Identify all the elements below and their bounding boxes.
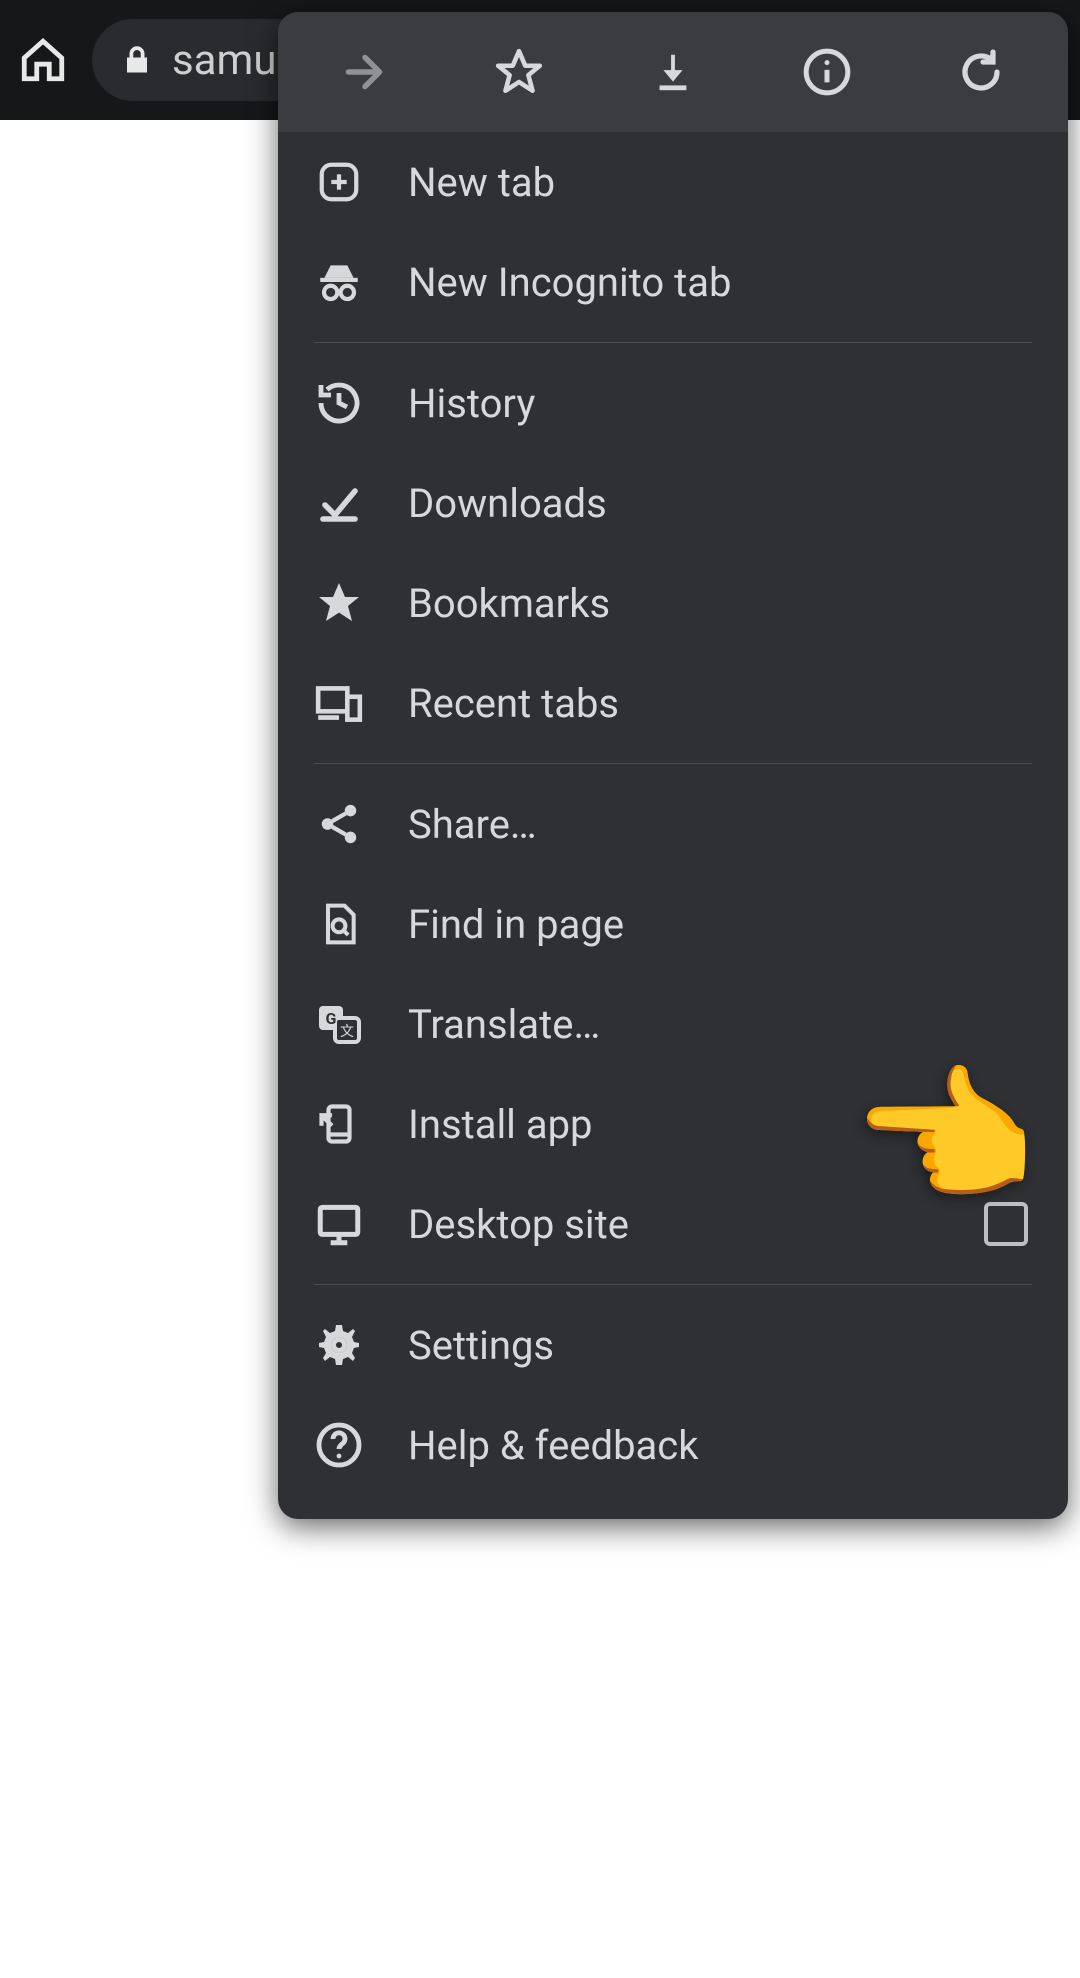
- info-button[interactable]: [795, 40, 859, 104]
- menu-divider: [314, 763, 1032, 764]
- menu-item-share[interactable]: Share…: [278, 774, 1068, 874]
- menu-item-label: Share…: [408, 801, 1032, 848]
- menu-item-install-app[interactable]: Install app: [278, 1074, 1068, 1174]
- menu-divider: [314, 342, 1032, 343]
- menu-item-label: New tab: [408, 159, 1032, 206]
- menu-item-history[interactable]: History: [278, 353, 1068, 453]
- menu-item-label: Help & feedback: [408, 1422, 1032, 1469]
- help-icon: [314, 1420, 364, 1470]
- menu-toolbar: [278, 12, 1068, 132]
- desktop-icon: [314, 1199, 364, 1249]
- lock-icon: [122, 42, 152, 78]
- star-icon: [314, 578, 364, 628]
- history-icon: [314, 378, 364, 428]
- menu-item-label: Recent tabs: [408, 680, 1032, 727]
- menu-item-label: Translate…: [408, 1001, 1032, 1048]
- url-text: samulis: [172, 36, 292, 85]
- download-button[interactable]: [641, 40, 705, 104]
- menu-item-incognito[interactable]: New Incognito tab: [278, 232, 1068, 332]
- menu-item-label: Find in page: [408, 901, 1032, 948]
- menu-item-label: History: [408, 380, 1032, 427]
- menu-item-label: Settings: [408, 1322, 1032, 1369]
- settings-icon: [314, 1320, 364, 1370]
- menu-item-desktop-site[interactable]: Desktop site: [278, 1174, 1068, 1274]
- forward-button[interactable]: [333, 40, 397, 104]
- menu-divider: [314, 1284, 1032, 1285]
- menu-item-new-tab[interactable]: New tab: [278, 132, 1068, 232]
- menu-item-find-in-page[interactable]: Find in page: [278, 874, 1068, 974]
- menu-item-translate[interactable]: G 文 Translate…: [278, 974, 1068, 1074]
- translate-icon: G 文: [314, 999, 364, 1049]
- menu-item-help[interactable]: Help & feedback: [278, 1395, 1068, 1495]
- menu-item-label: Install app: [408, 1101, 1032, 1148]
- menu-item-bookmarks[interactable]: Bookmarks: [278, 553, 1068, 653]
- menu-item-label: Bookmarks: [408, 580, 1032, 627]
- share-icon: [314, 799, 364, 849]
- incognito-icon: [314, 257, 364, 307]
- install-app-icon: [314, 1099, 364, 1149]
- home-button[interactable]: [18, 35, 68, 85]
- reload-button[interactable]: [949, 40, 1013, 104]
- menu-item-settings[interactable]: Settings: [278, 1295, 1068, 1395]
- desktop-site-checkbox[interactable]: [984, 1202, 1028, 1246]
- overflow-menu: New tab New Incognito tab History: [278, 12, 1068, 1519]
- bookmark-button[interactable]: [487, 40, 551, 104]
- devices-icon: [314, 678, 364, 728]
- menu-item-downloads[interactable]: Downloads: [278, 453, 1068, 553]
- svg-text:G: G: [326, 1009, 337, 1028]
- menu-item-label: New Incognito tab: [408, 259, 1032, 306]
- svg-text:文: 文: [340, 1024, 354, 1040]
- menu-item-label: Desktop site: [408, 1201, 940, 1248]
- downloads-icon: [314, 478, 364, 528]
- find-in-page-icon: [314, 899, 364, 949]
- menu-item-recent-tabs[interactable]: Recent tabs: [278, 653, 1068, 753]
- menu-item-label: Downloads: [408, 480, 1032, 527]
- new-tab-icon: [314, 157, 364, 207]
